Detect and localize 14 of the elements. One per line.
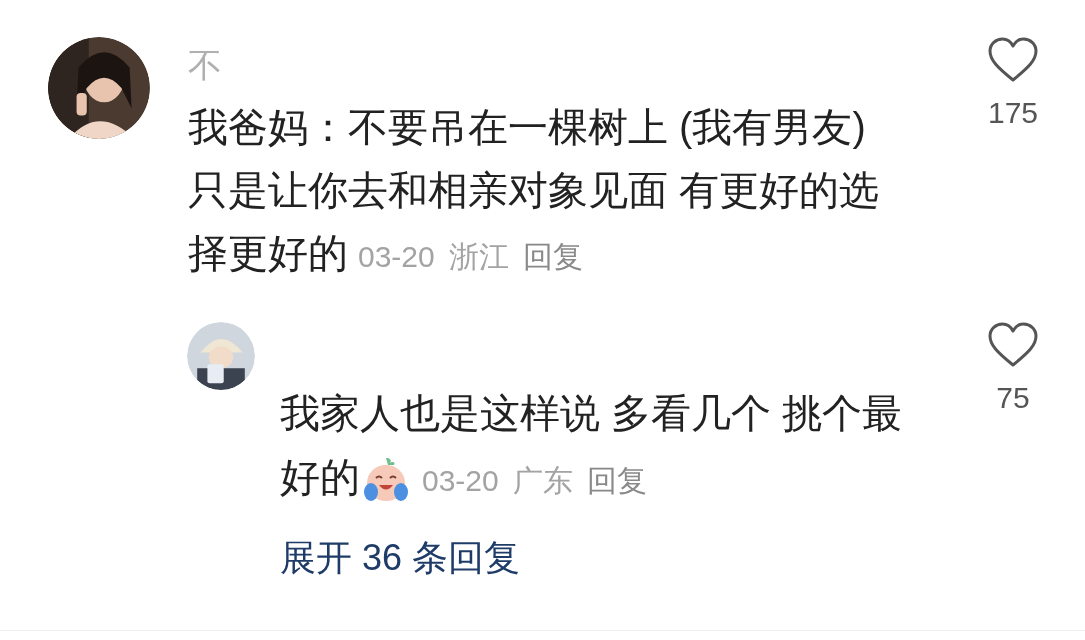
reply-text: 我家人也是这样说 多看几个 挑个最好的 03-20 广东 回复 [280, 381, 930, 513]
comment-location: 广东 [512, 464, 573, 497]
username[interactable]: 不 [188, 37, 981, 96]
reply-link[interactable]: 回复 [586, 449, 647, 513]
comment-text: 我爸妈：不要吊在一棵树上 (我有男友) 只是让你去和相亲对象见面 有更好的选择更好的 03-20 浙江 回复 [188, 96, 900, 288]
like-count: 175 [987, 95, 1039, 131]
comment-date: 03-20 [358, 240, 435, 273]
like-count: 75 [996, 380, 1030, 416]
reply-link[interactable]: 回复 [522, 225, 583, 288]
heart-icon[interactable] [987, 322, 1039, 368]
comment-date: 03-20 [422, 464, 499, 497]
expand-replies-link[interactable]: 展开 36 条回复 [280, 533, 521, 583]
comment-location: 浙江 [448, 240, 509, 273]
heart-icon[interactable] [987, 37, 1039, 83]
